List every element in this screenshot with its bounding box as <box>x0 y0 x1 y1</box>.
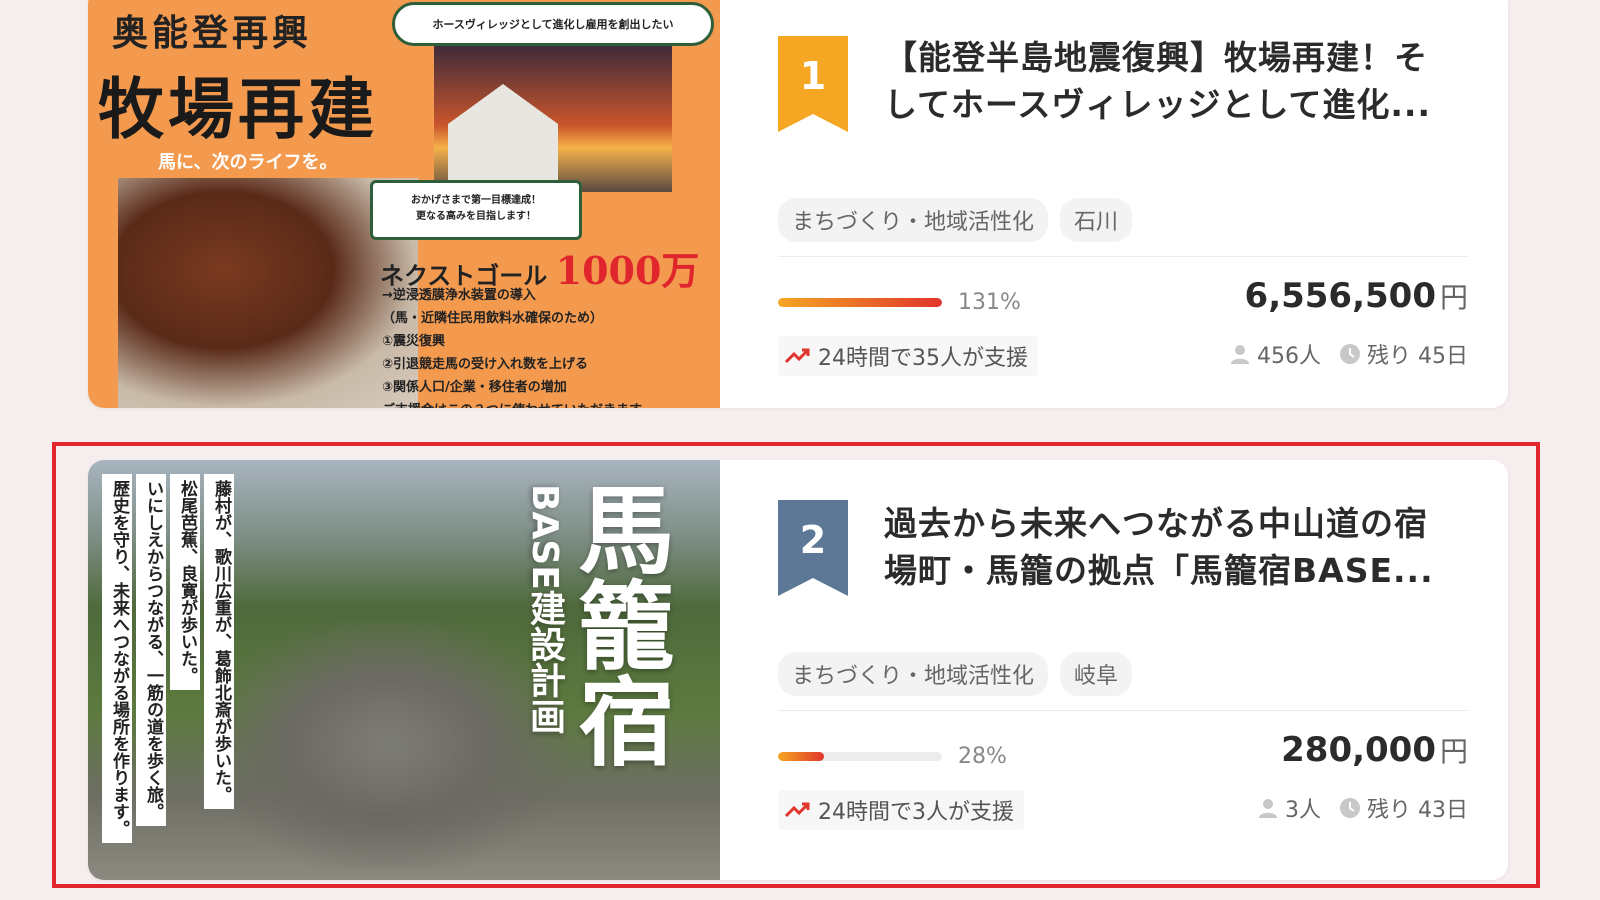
thumbnail-big-title: 牧場再建 <box>98 70 378 148</box>
badge-line-1: おかげさまで第一目標達成！ <box>411 195 541 206</box>
title-line-2: 場町・馬籠の拠点「馬籠宿BASE... <box>884 551 1434 590</box>
progress-fill <box>778 752 824 761</box>
project-card-2[interactable]: 歴史を守り、未来へつながる場所を作ります。 いにしえからつながる、一筋の道を歩く… <box>88 460 1508 880</box>
person-icon <box>1231 345 1249 364</box>
rank-number: 1 <box>799 54 827 98</box>
thumbnail-heading: 奥能登再興 <box>112 12 313 54</box>
currency-unit: 円 <box>1439 281 1468 314</box>
thumbnail-copy-col: 藤村が、歌川広重が、葛飾北斎が歩いた。 <box>204 474 234 809</box>
currency-unit: 円 <box>1439 735 1468 768</box>
thumbnail-copy-col: 歴史を守り、未来へつながる場所を作ります。 <box>102 474 132 843</box>
progress-bar <box>778 752 942 761</box>
tag-category[interactable]: まちづくり・地域活性化 <box>778 198 1049 242</box>
funded-amount: 280,000 円 <box>1281 730 1468 770</box>
thumbnail-line: ①震災復興 <box>382 334 446 349</box>
tag-list: まちづくり・地域活性化 石川 <box>778 198 1133 242</box>
remaining-days: 残り 43日 <box>1339 792 1468 824</box>
goal-achieved-badge: おかげさまで第一目標達成！ 更なる高みを目指します！ <box>370 180 582 240</box>
tag-list: まちづくり・地域活性化 岐阜 <box>778 652 1133 696</box>
thumbnail-subcopy: 馬に、次のライフを。 <box>158 152 338 173</box>
rank-badge: 2 <box>778 500 848 596</box>
rank-number: 2 <box>799 518 827 562</box>
title-line-1: 【能登半島地震復興】牧場再建！そ <box>884 38 1428 77</box>
amount-value: 6,556,500 <box>1244 276 1436 316</box>
thumbnail-title: 馬籠宿 <box>562 480 674 768</box>
thumbnail-line: （馬・近隣住民用飲料水確保のため） <box>382 311 604 326</box>
thumbnail-line: ご支援金はこの３つに使わせていただきます。 <box>382 399 654 408</box>
remaining-text: 残り 43日 <box>1367 798 1468 823</box>
remaining-days: 残り 45日 <box>1339 338 1468 370</box>
divider <box>778 256 1468 257</box>
project-info-2: 2 過去から未来へつながる中山道の宿 場町・馬籠の拠点「馬籠宿BASE... ま… <box>778 460 1468 880</box>
trend-badge: 24時間で3人が支援 <box>778 790 1024 830</box>
supporter-text: 3人 <box>1285 798 1321 823</box>
thumbnail-pill: ホースヴィレッジとして進化し雇用を創出したい <box>392 2 714 46</box>
thumbnail-line: ②引退競走馬の受け入れ数を上げる <box>382 357 589 372</box>
clock-icon <box>1340 798 1360 818</box>
divider <box>778 710 1468 711</box>
person-icon <box>1259 799 1277 818</box>
clock-icon <box>1340 344 1360 364</box>
supporter-text: 456人 <box>1257 344 1321 369</box>
trending-up-icon <box>784 348 810 364</box>
thumbnail-copy-col: 松尾芭蕉、良寛が歩いた。 <box>170 474 200 690</box>
tag-region[interactable]: 石川 <box>1060 198 1133 242</box>
village-houses <box>208 620 568 870</box>
thumbnail-copy-col: いにしえからつながる、一筋の道を歩く旅。 <box>136 474 166 826</box>
trend-text: 24時間で3人が支援 <box>818 800 1014 825</box>
thumbnail-lines: →逆浸透膜浄水装置の導入 （馬・近隣住民用飲料水確保のため） ①震災復興 ②引退… <box>382 284 654 408</box>
amount-value: 280,000 <box>1281 730 1436 770</box>
project-title[interactable]: 【能登半島地震復興】牧場再建！そ してホースヴィレッジとして進化... <box>884 34 1468 128</box>
project-thumbnail-2[interactable]: 歴史を守り、未来へつながる場所を作ります。 いにしえからつながる、一筋の道を歩く… <box>88 460 720 880</box>
supporter-count: 456人 <box>1229 338 1321 370</box>
progress-percent: 28% <box>958 744 1007 769</box>
thumbnail-line: →逆浸透膜浄水装置の導入 <box>382 288 536 303</box>
title-line-2: してホースヴィレッジとして進化... <box>884 85 1431 124</box>
progress-percent: 131% <box>958 290 1021 315</box>
tag-category[interactable]: まちづくり・地域活性化 <box>778 652 1049 696</box>
trending-up-icon <box>784 802 810 818</box>
thumbnail-line: ③関係人口/企業・移住者の増加 <box>382 380 567 395</box>
project-thumbnail-1[interactable]: 奥能登再興 ホースヴィレッジとして進化し雇用を創出したい 牧場再建 馬に、次のラ… <box>88 0 720 408</box>
tag-region[interactable]: 岐阜 <box>1060 652 1133 696</box>
project-info-1: 1 【能登半島地震復興】牧場再建！そ してホースヴィレッジとして進化... まち… <box>778 0 1468 408</box>
trend-text: 24時間で35人が支援 <box>818 346 1028 371</box>
title-line-1: 過去から未来へつながる中山道の宿 <box>884 504 1428 543</box>
badge-line-2: 更なる高みを目指します！ <box>416 211 536 222</box>
remaining-text: 残り 45日 <box>1367 344 1468 369</box>
thumbnail-subtitle: BASE建設計画 <box>524 484 565 734</box>
project-title[interactable]: 過去から未来へつながる中山道の宿 場町・馬籠の拠点「馬籠宿BASE... <box>884 500 1468 594</box>
trend-badge: 24時間で35人が支援 <box>778 336 1038 376</box>
progress-fill <box>778 298 942 307</box>
supporter-count: 3人 <box>1257 792 1321 824</box>
project-stats: 456人 残り 45日 <box>1229 338 1468 370</box>
progress-bar <box>778 298 942 307</box>
funded-amount: 6,556,500 円 <box>1245 276 1468 316</box>
project-stats: 3人 残り 43日 <box>1257 792 1468 824</box>
rank-badge: 1 <box>778 36 848 132</box>
project-card-1[interactable]: 奥能登再興 ホースヴィレッジとして進化し雇用を創出したい 牧場再建 馬に、次のラ… <box>88 0 1508 408</box>
